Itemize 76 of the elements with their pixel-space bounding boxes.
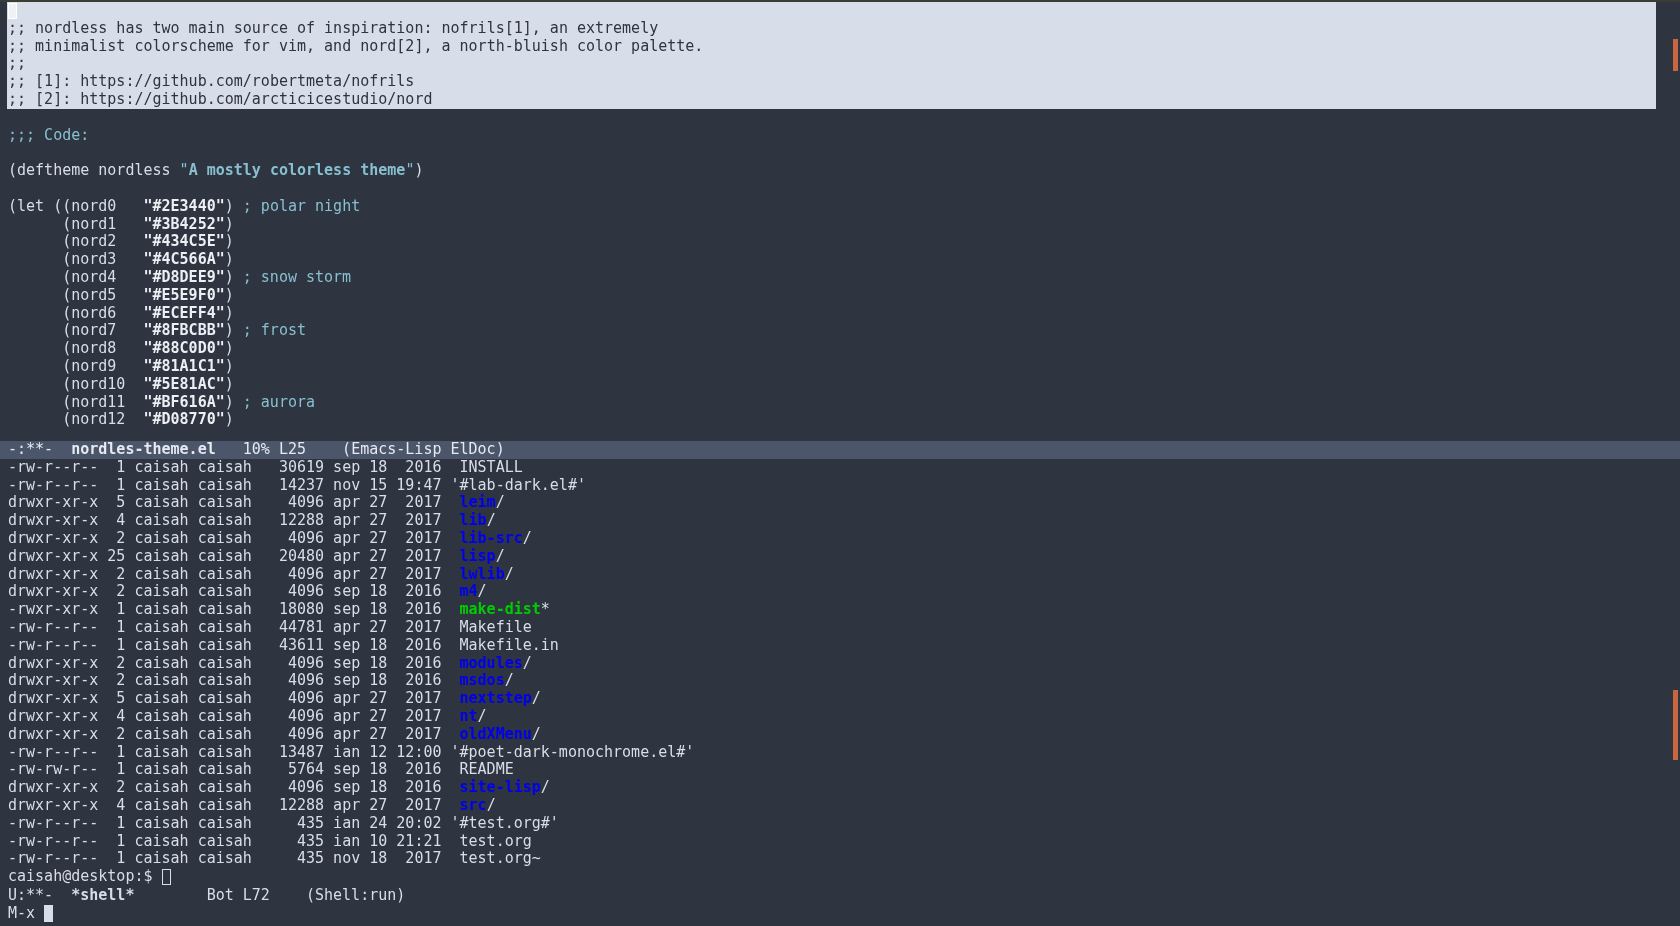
code-line: (nord5 "#E5E9F0") [61,286,235,305]
file-name: test.org [459,832,532,851]
file-name: src/ [459,796,496,815]
code-line: (nord10 "#5E81AC") [61,375,235,394]
file-details: -rw-r--r-- 1 caisah caisah 435 nov 18 2017 [8,850,442,869]
code-line: (nord9 "#81A1C1") [61,357,235,376]
file-name: README [459,761,514,779]
code-line: (nord1 "#3B4252") [61,215,235,234]
file-name: '#test.org#' [450,814,559,833]
code-line: (nord2 "#434C5E") [61,233,235,252]
code-line: (nord3 "#4C566A") [61,251,235,269]
file-name: Makefile [459,618,532,637]
shell-prompt: caisah@desktop:$ [8,868,153,886]
file-details: drwxr-xr-x 5 caisah caisah 4096 apr 27 2017 [8,494,442,513]
code-line: (nord11 "#BF616A") ; aurora [61,393,317,412]
file-name: modules/ [459,654,532,673]
file-details: -rw-rw-r-- 1 caisah caisah 5764 sep 18 2016 [8,761,442,780]
buffer-position: Bot L72 [206,886,270,905]
buffer-name: *shell* [71,886,136,905]
file-name: '#poet-dark-monochrome.el#' [450,743,695,762]
file-details: drwxr-xr-x 25 caisah caisah 20480 apr 27 2017 [8,547,442,566]
file-details: drwxr-xr-x 2 caisah caisah 4096 sep 18 2016 [8,654,442,673]
file-details: -rw-r--r-- 1 caisah caisah 43611 sep 18 2016 [8,636,442,655]
file-name: oldXMenu/ [459,725,541,744]
code-line: (deftheme nordless "A mostly colorless theme") [8,162,425,180]
file-details: drwxr-xr-x 2 caisah caisah 4096 sep 18 2016 [8,583,442,602]
file-details: -rw-r--r-- 1 caisah caisah 435 ian 10 21:21 [8,832,442,851]
file-name: lwlib/ [459,565,514,584]
file-details: drwxr-xr-x 2 caisah caisah 4096 apr 27 2017 [8,725,442,744]
file-name: Makefile.in [459,636,559,655]
file-name: site-lisp/ [459,779,550,797]
file-name: lisp/ [459,547,505,566]
buffer-position: 10% L25 [242,441,306,459]
major-mode: (Shell:run) [305,886,406,905]
file-details: -rwxr-xr-x 1 caisah caisah 18080 sep 18 2016 [8,601,442,619]
text-cursor [44,905,54,922]
file-details: drwxr-xr-x 2 caisah caisah 4096 sep 18 2016 [8,779,442,797]
minibuffer-prompt: M-x [8,904,36,923]
code-line: (nord8 "#88C0D0") [61,340,235,358]
file-details: drwxr-xr-x 4 caisah caisah 12288 apr 27 2017 [8,512,442,530]
file-details: -rw-r--r-- 1 caisah caisah 13487 ian 12 12:00 [8,743,442,762]
text-cursor [8,2,17,19]
file-name: lib/ [459,512,496,530]
file-details: drwxr-xr-x 2 caisah caisah 4096 apr 27 2017 [8,565,442,584]
code-line: (let ((nord0 "#2E3440") ; polar night [8,197,362,216]
file-name: nt/ [459,707,487,726]
file-details: -rw-r--r-- 1 caisah caisah 30619 sep 18 2016 [8,458,442,477]
file-name: test.org~ [459,850,541,869]
file-details: drwxr-xr-x 5 caisah caisah 4096 apr 27 2017 [8,690,442,708]
file-details: drwxr-xr-x 4 caisah caisah 12288 apr 27 2017 [8,796,442,815]
buffer-status: -:**- [8,441,55,459]
file-name: m4/ [459,583,487,601]
file-details: drwxr-xr-x 2 caisah caisah 4096 sep 18 2016 [8,672,442,691]
code-line: (nord12 "#D08770") [61,411,235,430]
file-name: msdos/ [459,672,514,691]
code-line: (nord6 "#ECEFF4") [61,304,235,323]
major-mode: (Emacs-Lisp ElDoc) [342,441,505,459]
file-name: make-dist* [459,601,550,619]
file-name: INSTALL [459,458,523,477]
buffer-name: nordles-theme.el [71,441,216,459]
file-name: '#lab-dark.el#' [450,476,586,494]
file-details: -rw-r--r-- 1 caisah caisah 14237 nov 15 19:47 [8,476,442,495]
code-line: (nord4 "#D8DEE9") ; snow storm [61,268,353,287]
file-name: nextstep/ [459,690,541,708]
scrollbar-thumb[interactable] [1673,39,1678,71]
file-details: -rw-r--r-- 1 caisah caisah 435 ian 24 20:02 [8,814,442,833]
file-name: lib-src/ [459,530,532,548]
file-details: -rw-r--r-- 1 caisah caisah 44781 apr 27 2017 [8,618,442,637]
code-line: (nord7 "#8FBCBB") ; frost [61,322,307,341]
file-details: drwxr-xr-x 2 caisah caisah 4096 apr 27 2017 [8,530,442,548]
buffer-status: U:**- [8,886,55,905]
file-name: leim/ [459,494,505,512]
file-details: drwxr-xr-x 4 caisah caisah 4096 apr 27 2017 [8,707,442,726]
code-line: ;;; Code: [8,126,91,145]
text-cursor [161,869,171,885]
scrollbar-thumb[interactable] [1673,689,1678,760]
